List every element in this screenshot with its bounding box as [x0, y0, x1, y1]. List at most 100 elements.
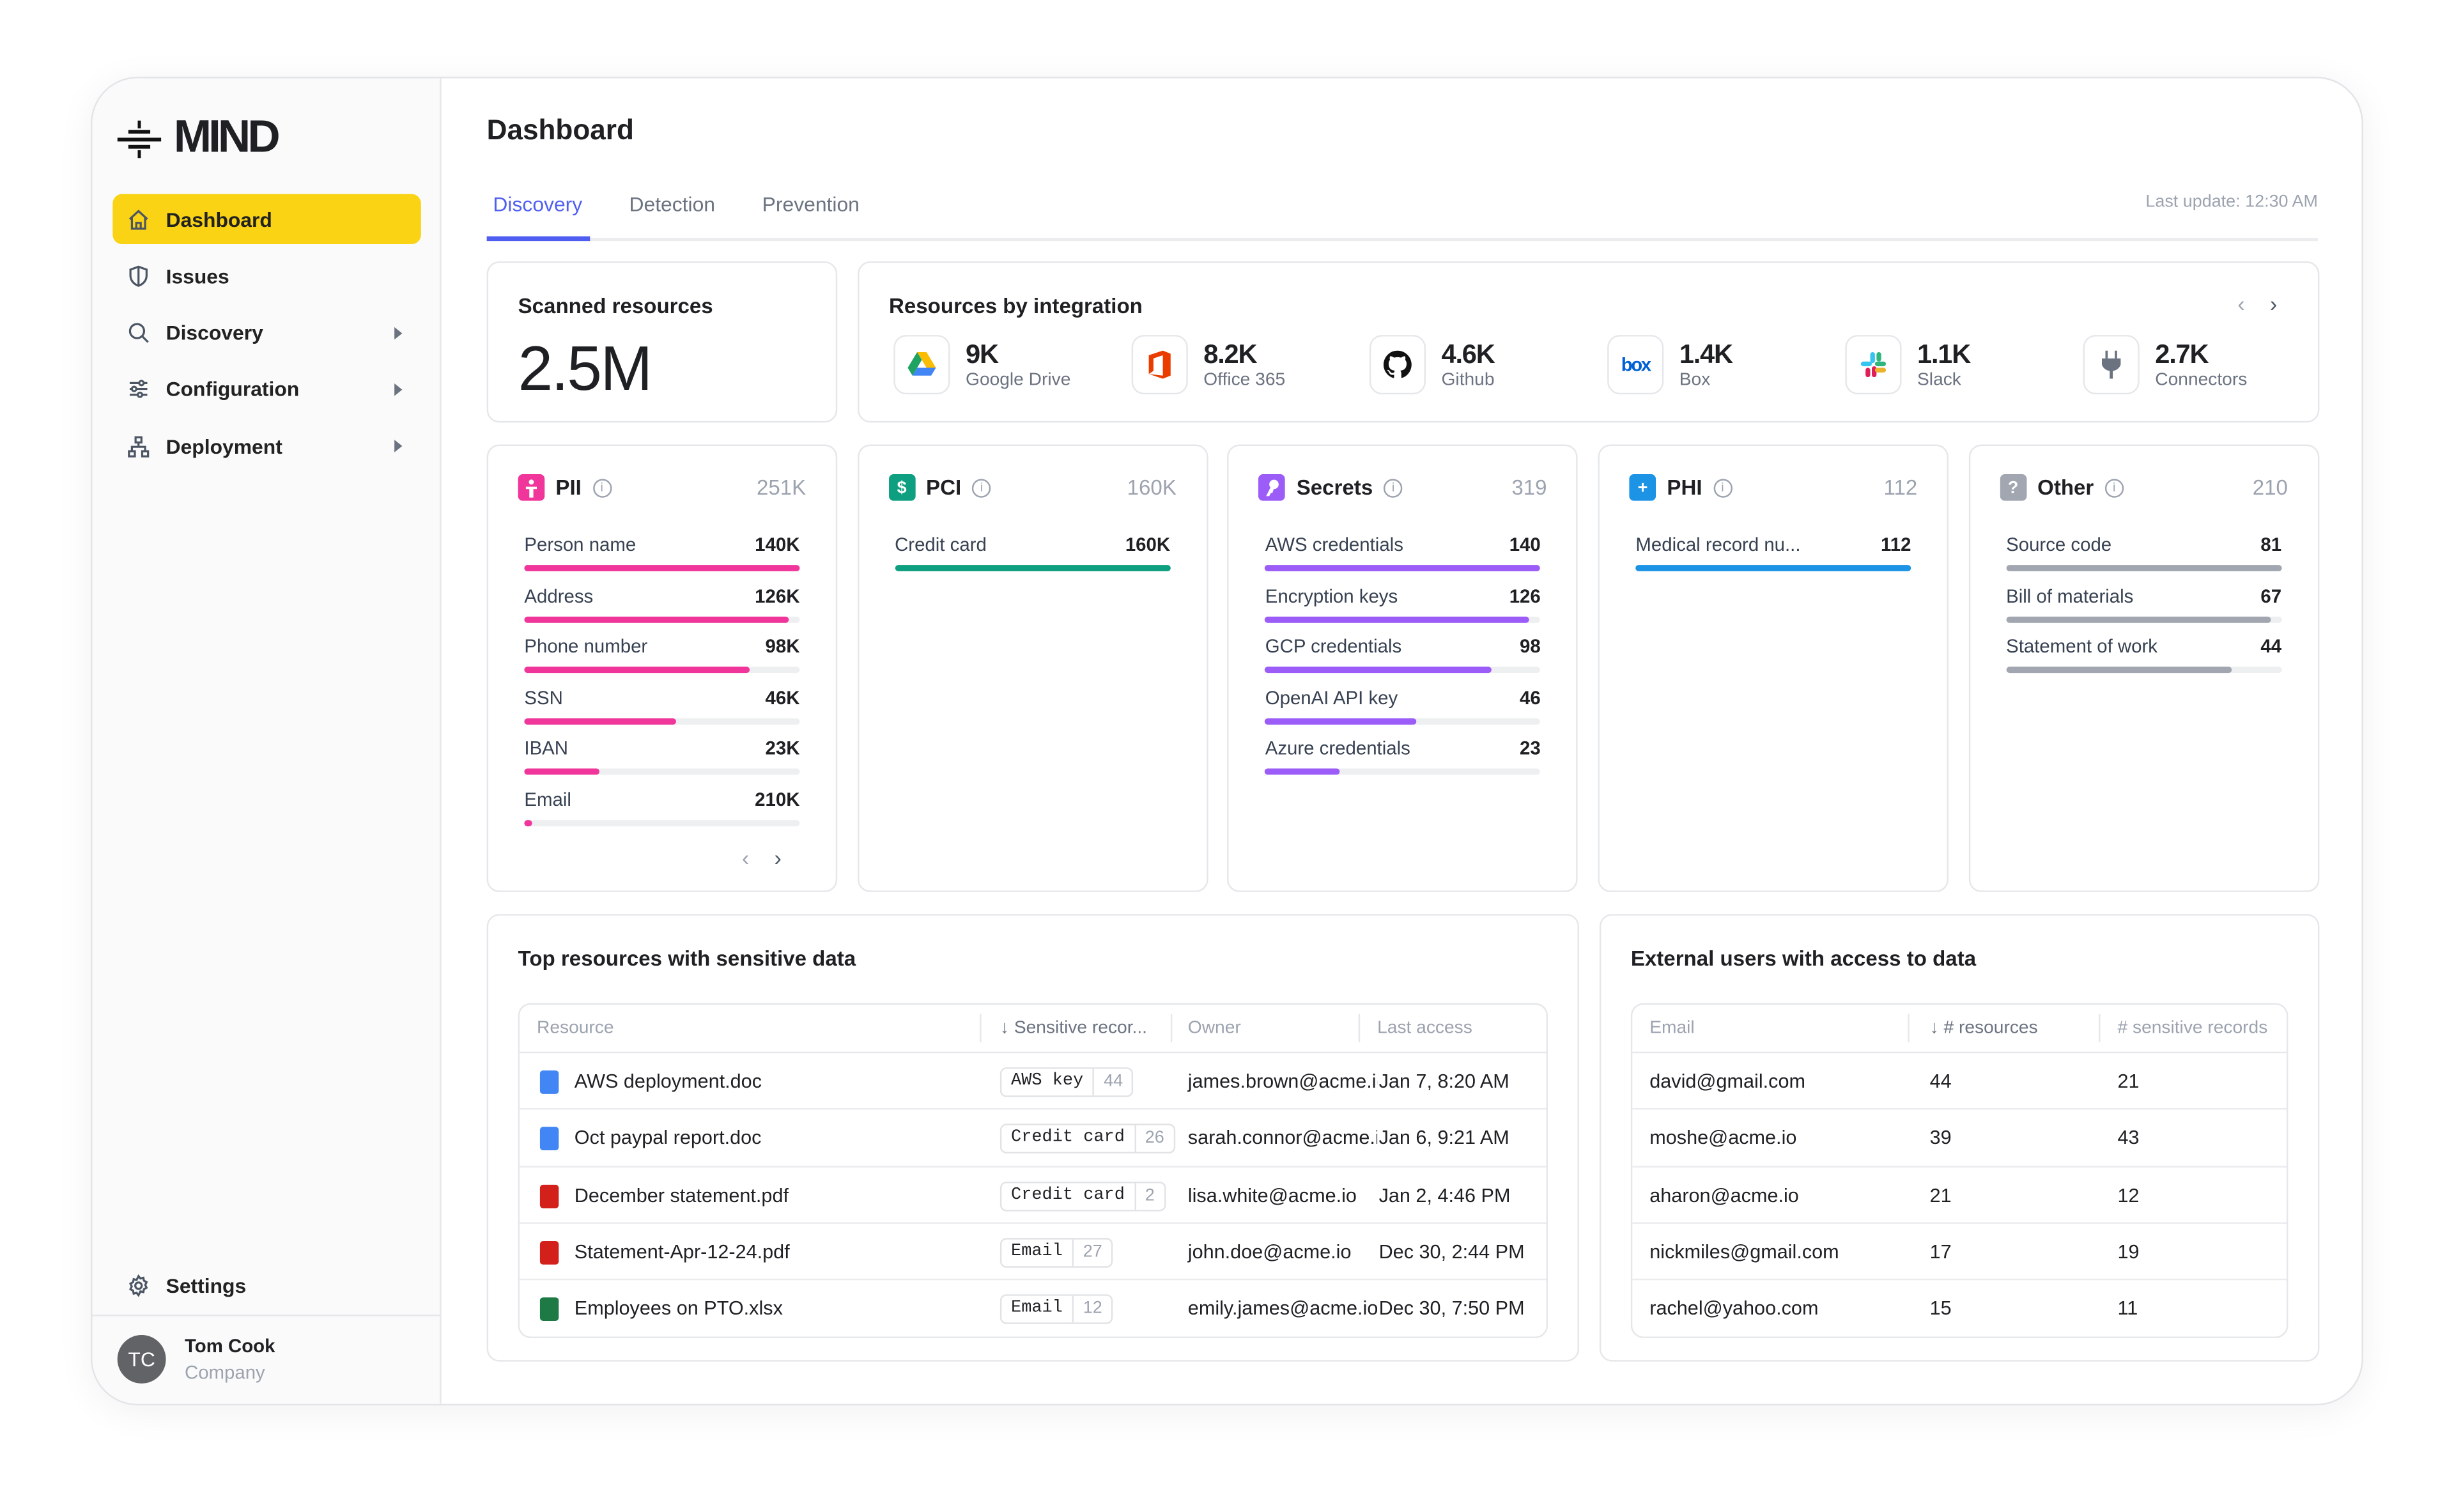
top-resources-card: Top resources with sensitive data Resour… — [486, 914, 1580, 1362]
table-row[interactable]: aharon@acme.io 21 12 — [1632, 1167, 2287, 1224]
category-item[interactable]: IBAN 23K — [524, 737, 800, 778]
table-row[interactable]: Statement-Apr-12-24.pdf Email 27 john.doe… — [520, 1224, 1547, 1281]
active-tab-indicator — [486, 236, 590, 242]
progress-bar — [1265, 615, 1541, 622]
category-item[interactable]: Email 210K — [524, 788, 800, 829]
category-item[interactable]: Medical record nu... 112 — [1635, 534, 1911, 575]
progress-bar — [2006, 615, 2282, 622]
tab-discovery[interactable]: Discovery — [493, 192, 582, 216]
sidebar-item-deployment[interactable]: Deployment — [112, 421, 421, 471]
category-item[interactable]: Address 126K — [524, 585, 800, 626]
key-icon — [1258, 474, 1286, 501]
chevron-right-icon[interactable] — [394, 326, 403, 339]
search-icon — [128, 323, 149, 343]
logo[interactable]: MIND — [117, 112, 281, 164]
table-row[interactable]: david@gmail.com 44 21 — [1632, 1053, 2287, 1111]
tab-detection[interactable]: Detection — [629, 192, 715, 216]
progress-fill — [524, 768, 599, 775]
progress-bar — [524, 615, 800, 622]
integration-connectors[interactable]: 2.7K Connectors — [2083, 335, 2247, 395]
info-icon[interactable]: i — [1713, 478, 1732, 497]
category-item[interactable]: OpenAI API key 46 — [1265, 686, 1541, 727]
chevron-right-icon[interactable] — [394, 440, 403, 453]
user-profile[interactable]: TC Tom Cook Company — [117, 1334, 275, 1384]
category-item[interactable]: Bill of materials 67 — [2006, 585, 2282, 626]
table-row[interactable]: Oct paypal report.doc Credit card 26 sara… — [520, 1110, 1547, 1167]
doc-file-icon — [539, 1070, 559, 1094]
slack-icon — [1845, 335, 1902, 395]
integration-google-drive[interactable]: 9K Google Drive — [893, 335, 1070, 395]
sensitive-tag: Credit card 2 — [999, 1181, 1166, 1211]
category-item[interactable]: Phone number 98K — [524, 635, 800, 676]
progress-bar — [524, 768, 800, 775]
table-row[interactable]: moshe@acme.io 39 43 — [1632, 1110, 2287, 1167]
pdf-file-icon — [539, 1184, 559, 1208]
progress-fill — [524, 717, 676, 724]
integration-slack[interactable]: 1.1K Slack — [1845, 335, 1971, 395]
sidebar-item-settings[interactable]: Settings — [112, 1260, 421, 1309]
progress-bar — [524, 717, 800, 724]
info-icon[interactable]: i — [972, 478, 991, 497]
user-name: Tom Cook — [184, 1334, 275, 1357]
info-icon[interactable]: i — [1384, 478, 1403, 497]
page-title: Dashboard — [486, 114, 634, 146]
category-card-secrets: Secrets i 319 AWS credentials 140 Encryp… — [1227, 444, 1578, 892]
progress-bar — [1265, 667, 1541, 674]
table-row[interactable]: nickmiles@gmail.com 17 19 — [1632, 1224, 2287, 1281]
integration-github[interactable]: 4.6K Github — [1369, 335, 1495, 395]
chevron-right-icon[interactable] — [394, 383, 403, 396]
progress-fill — [895, 565, 1171, 571]
avatar: TC — [117, 1334, 166, 1384]
category-item[interactable]: Azure credentials 23 — [1265, 737, 1541, 778]
prev-arrow-icon[interactable]: ‹ — [742, 845, 749, 870]
shield-icon — [129, 265, 148, 287]
sensitive-tag: Email 27 — [999, 1237, 1113, 1268]
table-row[interactable]: December statement.pdf Credit card 2 lisa… — [520, 1167, 1547, 1224]
table-row[interactable]: AWS deployment.doc AWS key 44 james.brown… — [520, 1053, 1547, 1111]
category-item[interactable]: Source code 81 — [2006, 534, 2282, 575]
category-card-pci: $ PCI i 160K Credit card 160K — [857, 444, 1208, 892]
category-item[interactable]: Statement of work 44 — [2006, 635, 2282, 676]
sidebar-item-issues[interactable]: Issues — [112, 251, 421, 301]
question-icon: ? — [2000, 474, 2026, 501]
person-icon — [518, 474, 545, 501]
category-item[interactable]: AWS credentials 140 — [1265, 534, 1541, 575]
integration-office-365[interactable]: 8.2K Office 365 — [1131, 335, 1285, 395]
plug-icon — [2083, 335, 2140, 395]
info-icon[interactable]: i — [2104, 478, 2124, 497]
progress-bar — [1635, 565, 1911, 571]
progress-fill — [524, 667, 750, 674]
category-item[interactable]: GCP credentials 98 — [1265, 635, 1541, 676]
table-row[interactable]: Employees on PTO.xlsx Email 12 emily.jame… — [520, 1281, 1547, 1338]
category-item[interactable]: Encryption keys 126 — [1265, 585, 1541, 626]
next-arrow-icon[interactable]: › — [2270, 291, 2277, 316]
office-365-icon — [1131, 335, 1188, 395]
prev-arrow-icon[interactable]: ‹ — [2237, 291, 2244, 316]
next-arrow-icon[interactable]: › — [774, 845, 781, 870]
external-users-table: Email ↓ # resources # sensitive records … — [1630, 1003, 2288, 1339]
info-icon[interactable]: i — [592, 478, 612, 497]
category-item[interactable]: Person name 140K — [524, 534, 800, 575]
table-header: Resource ↓ Sensitive recor... Owner Last… — [520, 1005, 1547, 1054]
progress-bar — [2006, 565, 2282, 571]
progress-fill — [2006, 667, 2232, 674]
network-icon — [128, 435, 150, 457]
mind-logo-icon — [117, 120, 162, 158]
tab-prevention[interactable]: Prevention — [762, 192, 860, 216]
sidebar-item-discovery[interactable]: Discovery — [112, 307, 421, 357]
sidebar-item-configuration[interactable]: Configuration — [112, 364, 421, 414]
category-item[interactable]: Credit card 160K — [895, 534, 1171, 575]
doc-file-icon — [539, 1127, 559, 1151]
app-window: MIND Dashboard Issues Discovery Configur… — [91, 77, 2363, 1406]
box-icon: box — [1607, 335, 1664, 395]
category-item[interactable]: SSN 46K — [524, 686, 800, 727]
category-card-phi: + PHI i 112 Medical record nu... 112 — [1598, 444, 1949, 892]
integration-box[interactable]: box 1.4K Box — [1607, 335, 1733, 395]
sidebar-item-dashboard[interactable]: Dashboard — [112, 194, 421, 245]
pdf-file-icon — [539, 1240, 559, 1265]
table-row[interactable]: rachel@yahoo.com 15 11 — [1632, 1281, 2287, 1338]
progress-fill — [1265, 565, 1541, 571]
table-header: Email ↓ # resources # sensitive records — [1632, 1005, 2287, 1054]
progress-bar — [524, 667, 800, 674]
github-icon — [1369, 335, 1426, 395]
